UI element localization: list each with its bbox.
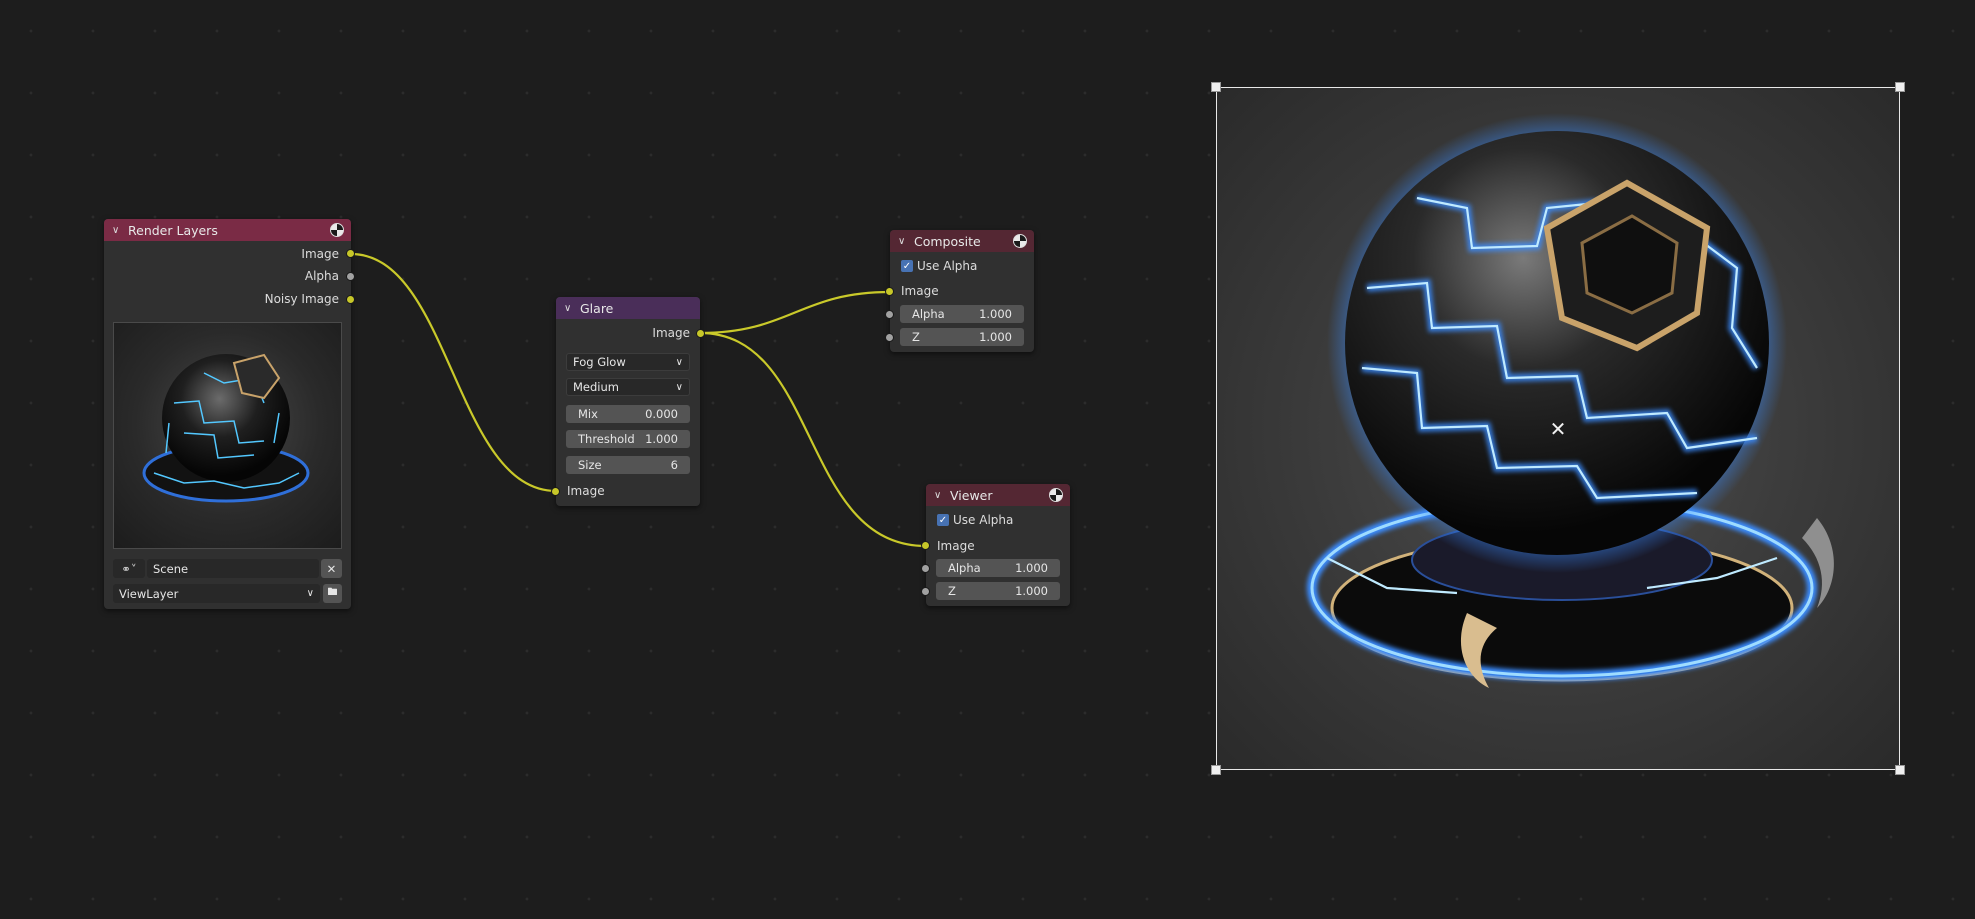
scene-clear-button[interactable]: ✕ [321, 559, 342, 578]
render-preview-thumbnail [113, 322, 342, 549]
glare-size-field[interactable]: Size 6 [566, 456, 690, 474]
preview-sphere-image [142, 353, 310, 503]
backdrop-center-cross-icon[interactable]: ✕ [1548, 419, 1568, 439]
link-glare-to-viewer[interactable] [699, 331, 927, 548]
node-title: Viewer [950, 487, 993, 503]
backdrop-handle-top-left[interactable] [1211, 82, 1221, 92]
scene-field[interactable]: Scene [147, 559, 319, 578]
glare-node[interactable]: ∨ Glare Image Fog Glow ∨ Medium ∨ Mix 0.… [556, 297, 700, 506]
viewer-z-input-socket[interactable] [921, 587, 930, 596]
viewer-alpha-field[interactable]: Alpha 1.000 [936, 559, 1060, 577]
field-label: Size [578, 458, 602, 472]
composite-header[interactable]: ∨ Composite [890, 230, 1034, 252]
glare-mix-field[interactable]: Mix 0.000 [566, 405, 690, 423]
backdrop-handle-top-right[interactable] [1895, 82, 1905, 92]
field-label: Z [948, 584, 956, 598]
glare-header[interactable]: ∨ Glare [556, 297, 700, 319]
output-alpha-label: Alpha [304, 269, 339, 283]
glare-quality-dropdown[interactable]: Medium ∨ [566, 378, 690, 396]
composite-alpha-input-socket[interactable] [885, 310, 894, 319]
node-title: Composite [914, 233, 981, 249]
composite-z-input-socket[interactable] [885, 333, 894, 342]
render-ball-icon [1049, 488, 1063, 502]
field-label: Z [912, 330, 920, 344]
field-value: 1.000 [979, 307, 1012, 321]
field-value: 6 [670, 458, 678, 472]
field-value: 1.000 [1015, 584, 1048, 598]
viewer-z-field[interactable]: Z 1.000 [936, 582, 1060, 600]
render-ball-icon [1013, 234, 1027, 248]
glare-type-dropdown[interactable]: Fog Glow ∨ [566, 353, 690, 371]
view-layer-folder-button[interactable]: 🖿 [323, 584, 342, 603]
glare-threshold-field[interactable]: Threshold 1.000 [566, 430, 690, 448]
render-ball-icon [330, 223, 344, 237]
field-label: Alpha [912, 307, 945, 321]
render-layers-noisy-image-output-socket[interactable] [346, 295, 355, 304]
node-editor-canvas[interactable]: ∨ Render Layers Image Alpha Noisy Image [0, 0, 1975, 919]
backdrop-image[interactable]: ✕ [1216, 87, 1900, 770]
field-value: 1.000 [979, 330, 1012, 344]
output-image-label: Image [301, 247, 339, 261]
collapse-chevron-icon[interactable]: ∨ [934, 490, 944, 501]
view-layer-dropdown[interactable]: ViewLayer ∨ [113, 584, 320, 603]
glare-output-image-label: Image [652, 326, 690, 340]
backdrop-handle-bottom-right[interactable] [1895, 765, 1905, 775]
render-layers-header[interactable]: ∨ Render Layers [104, 219, 351, 241]
use-alpha-checkbox[interactable]: ✓ [937, 514, 949, 526]
chevron-down-icon: ∨ [306, 588, 314, 599]
field-value: 0.000 [645, 407, 678, 421]
link-render-to-glare[interactable] [350, 252, 557, 493]
link-glare-to-composite[interactable] [699, 290, 891, 335]
field-value: 1.000 [645, 432, 678, 446]
use-alpha-label: Use Alpha [917, 259, 978, 273]
glare-image-output-socket[interactable] [696, 329, 705, 338]
backdrop-handle-bottom-left[interactable] [1211, 765, 1221, 775]
render-layers-image-output-socket[interactable] [346, 249, 355, 258]
viewer-header[interactable]: ∨ Viewer [926, 484, 1070, 506]
composite-node[interactable]: ∨ Composite ✓ Use Alpha Image Alpha 1.00… [890, 230, 1034, 352]
viewer-image-input-socket[interactable] [921, 541, 930, 550]
chevron-down-icon: ∨ [675, 381, 683, 393]
field-label: Mix [578, 407, 598, 421]
render-layers-alpha-output-socket[interactable] [346, 272, 355, 281]
collapse-chevron-icon[interactable]: ∨ [564, 303, 574, 314]
folder-icon: 🖿 [327, 587, 338, 598]
composite-alpha-field[interactable]: Alpha 1.000 [900, 305, 1024, 323]
collapse-chevron-icon[interactable]: ∨ [898, 236, 908, 247]
use-alpha-label: Use Alpha [953, 513, 1014, 527]
field-label: Alpha [948, 561, 981, 575]
viewer-node[interactable]: ∨ Viewer ✓ Use Alpha Image Alpha 1.000 Z… [926, 484, 1070, 606]
field-label: Threshold [578, 432, 635, 446]
collapse-chevron-icon[interactable]: ∨ [112, 225, 122, 236]
scene-type-icon-button[interactable]: ⚭˅ [113, 559, 145, 578]
close-icon: ✕ [326, 561, 337, 576]
viewer-alpha-input-socket[interactable] [921, 564, 930, 573]
use-alpha-checkbox[interactable]: ✓ [901, 260, 913, 272]
glare-quality-value: Medium [573, 380, 619, 394]
composite-input-image-label: Image [901, 284, 939, 298]
node-title: Glare [580, 300, 614, 316]
glare-input-image-label: Image [567, 484, 605, 498]
output-noisy-image-label: Noisy Image [264, 292, 339, 306]
field-value: 1.000 [1015, 561, 1048, 575]
viewer-input-image-label: Image [937, 539, 975, 553]
view-layer-value: ViewLayer [119, 586, 179, 601]
node-title: Render Layers [128, 222, 218, 238]
glare-type-value: Fog Glow [573, 355, 626, 369]
chevron-down-icon: ∨ [675, 356, 683, 368]
composite-z-field[interactable]: Z 1.000 [900, 328, 1024, 346]
glare-image-input-socket[interactable] [551, 487, 560, 496]
scene-value: Scene [153, 561, 189, 576]
composite-image-input-socket[interactable] [885, 287, 894, 296]
render-layers-node[interactable]: ∨ Render Layers Image Alpha Noisy Image [104, 219, 351, 609]
